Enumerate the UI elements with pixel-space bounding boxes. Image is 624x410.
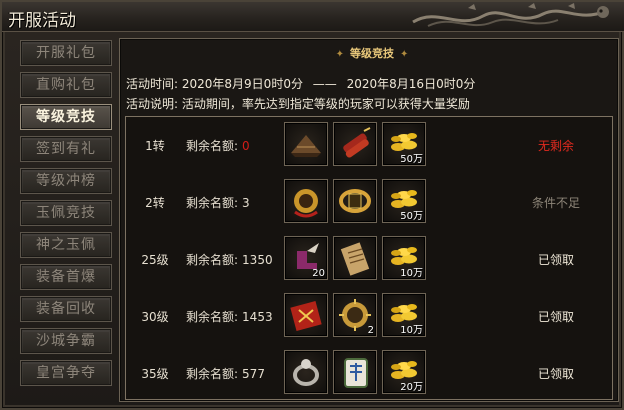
reward-slot[interactable]: 10万 [382,293,426,337]
activity-sidebar: 开服礼包直购礼包等级竞技签到有礼等级冲榜玉佩竞技神之玉佩装备首爆装备回收沙城争霸… [20,40,112,390]
banner-title: 等级竞技 [350,47,394,60]
silver-ring-icon [293,359,319,386]
row-quota: 剩余名额: 1350 [186,251,273,268]
sidebar-item-10[interactable]: 皇宫争夺 [20,360,112,386]
reward-row: 25级 剩余名额: 1350 20 10万 已领取 [126,231,612,287]
reward-slot[interactable]: 20 [284,236,328,280]
row-quota: 剩余名额: 3 [186,194,250,211]
mahjong-tile-icon [344,358,368,388]
row-quota: 剩余名额: 1453 [186,308,273,325]
row-stage: 25级 [141,253,169,267]
row-status: 已领取 [537,310,574,324]
row-stage: 30级 [141,310,169,324]
reward-slot[interactable] [284,179,328,223]
gold-bracelet-icon [339,189,371,213]
ornament-left-icon: ✦ [335,49,344,60]
sidebar-item-2[interactable]: 等级竞技 [20,104,112,130]
sidebar-item-3[interactable]: 签到有礼 [20,136,112,162]
desc-text: 活动期间，率先达到指定等级的玩家可以获得大量奖励 [181,97,470,111]
reward-count: 10万 [400,325,423,336]
time-end: 2020年8月16日0时0分 [346,77,476,91]
reward-slot[interactable]: 10万 [382,236,426,280]
reward-count: 50万 [400,211,423,222]
straw-hat-icon [291,135,321,157]
activity-time: 活动时间: 2020年8月9日0时0分 —— 2020年8月16日0时0分 [126,75,475,92]
row-status: 条件不足 [531,196,580,210]
sidebar-item-9[interactable]: 沙城争霸 [20,328,112,354]
firecracker-bundle-icon [343,127,371,158]
time-label: 活动时间: [126,77,179,91]
quota-value: 1453 [242,310,273,324]
quota-value: 577 [242,367,265,381]
reward-slot[interactable] [284,122,328,166]
sidebar-item-1[interactable]: 直购礼包 [20,72,112,98]
row-quota: 剩余名额: 0 [186,137,250,154]
quota-label: 剩余名额: [186,253,239,267]
panel-banner: ✦ 等级竞技 ✦ [288,45,456,63]
reward-row: 30级 剩余名额: 1453 2 10万 已领取 [126,288,612,344]
title-bar: 开服活动 [2,2,624,32]
activity-description: 活动说明: 活动期间，率先达到指定等级的玩家可以获得大量奖励 [126,95,470,112]
sidebar-item-0[interactable]: 开服礼包 [20,40,112,66]
sidebar-item-4[interactable]: 等级冲榜 [20,168,112,194]
row-stage: 35级 [141,367,169,381]
reward-slot[interactable] [333,350,377,394]
reward-slot[interactable] [333,122,377,166]
row-status: 无剩余 [537,139,574,153]
time-separator: —— [312,77,337,91]
reward-slot[interactable]: 50万 [382,179,426,223]
quota-label: 剩余名额: [186,139,239,153]
reward-slot[interactable] [333,179,377,223]
reward-count: 50万 [400,154,423,165]
reward-row: 2转 剩余名额: 3 50万 条件不足 [126,174,612,230]
quota-value: 3 [242,196,250,210]
activity-window: 开服活动 开服礼包 直购礼包 等级竞技 签到有礼 等级冲榜 玉佩竞技 神之玉佩 装备首爆 装备回… [0,0,624,410]
talisman-card-icon [290,301,322,331]
quota-value: 0 [242,139,250,153]
reward-slot[interactable] [284,293,328,337]
reward-slot[interactable] [284,350,328,394]
reward-slot[interactable] [333,236,377,280]
reward-slot[interactable]: 2 [333,293,377,337]
reward-slot[interactable]: 20万 [382,350,426,394]
time-start: 2020年8月9日0时0分 [181,77,303,91]
window-title: 开服活动 [8,11,76,31]
reward-list[interactable]: 1转 剩余名额: 0 50万 无剩余 2转 剩余名额: 3 50万 条件不足 25级 剩余名额: 135… [125,116,613,400]
row-quota: 剩余名额: 577 [186,365,265,382]
reward-slot[interactable]: 50万 [382,122,426,166]
quota-value: 1350 [242,253,273,267]
quota-label: 剩余名额: [186,367,239,381]
sidebar-item-7[interactable]: 装备首爆 [20,264,112,290]
quota-label: 剩余名额: [186,310,239,324]
row-status: 已领取 [537,367,574,381]
reward-count: 20万 [400,382,423,393]
sidebar-item-8[interactable]: 装备回收 [20,296,112,322]
gold-orb-icon [294,189,318,218]
reward-row: 35级 剩余名额: 577 20万 已领取 [126,345,612,399]
dragon-ornament-icon [412,3,609,27]
ornament-right-icon: ✦ [400,49,409,60]
reward-count: 2 [367,325,374,336]
reward-count: 20 [312,268,325,279]
sidebar-item-6[interactable]: 神之玉佩 [20,232,112,258]
row-stage: 2转 [145,196,165,210]
desc-label: 活动说明: [126,97,179,111]
scroll-icon [340,242,370,276]
level-competition-panel: ✦ 等级竞技 ✦ 活动时间: 2020年8月9日0时0分 —— 2020年8月16日… [119,38,619,402]
reward-count: 10万 [400,268,423,279]
sidebar-item-5[interactable]: 玉佩竞技 [20,200,112,226]
row-stage: 1转 [145,139,165,153]
row-status: 已领取 [537,253,574,267]
quota-label: 剩余名额: [186,196,239,210]
reward-row: 1转 剩余名额: 0 50万 无剩余 [126,117,612,173]
